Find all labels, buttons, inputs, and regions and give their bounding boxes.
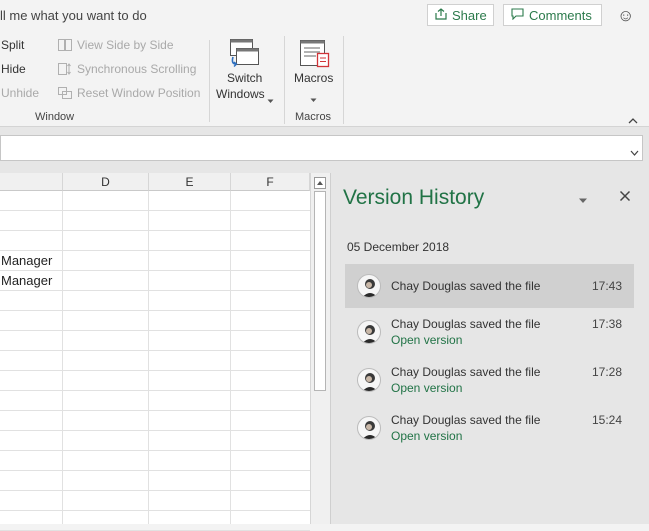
version-time: 17:28: [591, 365, 622, 379]
panel-options-dropdown-icon[interactable]: [578, 193, 588, 207]
switch-windows-label-2[interactable]: Windows: [216, 87, 265, 101]
ribbon-separator: [284, 36, 285, 124]
version-time: 15:24: [591, 413, 622, 427]
feedback-smiley-icon[interactable]: ☺: [617, 6, 634, 26]
switch-windows-dropdown-icon[interactable]: [267, 93, 274, 107]
reset-window-position-icon: [58, 87, 72, 99]
table-row[interactable]: [0, 331, 310, 351]
ribbon-separator: [209, 40, 210, 122]
table-row[interactable]: [0, 451, 310, 471]
table-row[interactable]: [0, 291, 310, 311]
comment-icon: [511, 7, 524, 23]
macros-icon: [299, 38, 331, 70]
vertical-scrollbar[interactable]: [310, 173, 330, 524]
macros-dropdown-icon[interactable]: [310, 92, 317, 106]
ribbon-separator: [343, 36, 344, 124]
table-row[interactable]: [0, 351, 310, 371]
table-row[interactable]: [0, 191, 310, 211]
table-row[interactable]: Manager: [0, 251, 310, 271]
table-row[interactable]: [0, 311, 310, 331]
expand-formula-bar-icon[interactable]: [630, 145, 639, 159]
switch-windows-label-1[interactable]: Switch: [227, 71, 262, 85]
version-description: Chay Douglas saved the file: [391, 279, 541, 293]
version-item[interactable]: Chay Douglas saved the file 17:28 Open v…: [345, 358, 634, 402]
scroll-up-button[interactable]: [314, 177, 326, 189]
tell-me-search[interactable]: ll me what you want to do: [0, 8, 147, 23]
view-side-by-side-icon: [58, 39, 72, 51]
open-version-link[interactable]: Open version: [391, 381, 462, 395]
version-item[interactable]: Chay Douglas saved the file 17:38 Open v…: [345, 310, 634, 354]
unhide-button[interactable]: Unhide: [1, 86, 39, 100]
avatar: [357, 368, 381, 392]
table-row[interactable]: [0, 491, 310, 511]
table-row[interactable]: [0, 231, 310, 251]
version-time: 17:43: [591, 279, 622, 293]
synchronous-scrolling-button[interactable]: Synchronous Scrolling: [77, 62, 196, 76]
collapse-ribbon-icon[interactable]: [628, 113, 638, 127]
split-button[interactable]: Split: [1, 38, 24, 52]
table-row[interactable]: [0, 391, 310, 411]
share-label: Share: [452, 7, 487, 23]
reset-window-position-button[interactable]: Reset Window Position: [77, 86, 200, 100]
panel-title: Version History: [343, 186, 485, 209]
synchronous-scrolling-icon: [58, 63, 72, 75]
spreadsheet-grid[interactable]: D E F Manager Manager: [0, 173, 310, 531]
open-version-link[interactable]: Open version: [391, 429, 462, 443]
hide-button[interactable]: Hide: [1, 62, 26, 76]
cell-manager[interactable]: Manager: [1, 271, 52, 291]
formula-input[interactable]: [0, 135, 643, 161]
avatar: [357, 416, 381, 440]
table-row[interactable]: [0, 511, 310, 531]
column-header-e[interactable]: E: [149, 173, 231, 191]
version-description: Chay Douglas saved the file: [391, 413, 541, 427]
column-header-f[interactable]: F: [231, 173, 310, 191]
column-header-c[interactable]: [0, 173, 63, 191]
version-description: Chay Douglas saved the file: [391, 365, 541, 379]
table-row[interactable]: [0, 371, 310, 391]
version-date-heading: 05 December 2018: [347, 240, 450, 254]
version-item[interactable]: Chay Douglas saved the file 15:24 Open v…: [345, 406, 634, 450]
view-side-by-side-button[interactable]: View Side by Side: [77, 38, 174, 52]
scrollbar-thumb[interactable]: [314, 191, 326, 391]
table-row[interactable]: [0, 411, 310, 431]
share-button[interactable]: Share: [427, 4, 494, 26]
table-row[interactable]: Manager: [0, 271, 310, 291]
switch-windows-icon: [227, 37, 261, 69]
open-version-link[interactable]: Open version: [391, 333, 462, 347]
comments-label: Comments: [529, 7, 592, 23]
table-row[interactable]: [0, 211, 310, 231]
avatar: [357, 274, 381, 298]
table-row[interactable]: [0, 471, 310, 491]
table-row[interactable]: [0, 431, 310, 451]
version-description: Chay Douglas saved the file: [391, 317, 541, 331]
version-time: 17:38: [591, 317, 622, 331]
macros-group-label: Macros: [295, 111, 332, 123]
version-item[interactable]: Chay Douglas saved the file 17:43: [345, 264, 634, 308]
column-header-d[interactable]: D: [63, 173, 149, 191]
comments-button[interactable]: Comments: [503, 4, 602, 26]
share-icon: [435, 7, 447, 23]
cell-manager[interactable]: Manager: [1, 251, 52, 271]
macros-button[interactable]: Macros: [294, 71, 333, 85]
close-icon[interactable]: [619, 190, 631, 205]
window-group-label: Window: [35, 111, 75, 123]
avatar: [357, 320, 381, 344]
